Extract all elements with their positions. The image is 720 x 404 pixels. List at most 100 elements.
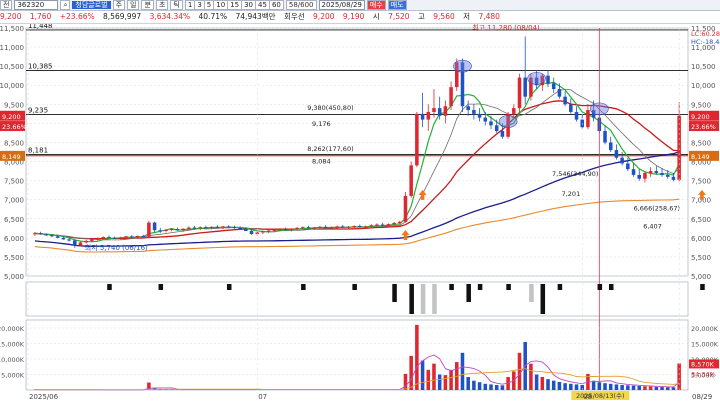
candle-body (318, 226, 322, 228)
candle-body (443, 106, 448, 116)
date-field[interactable]: 2025/08/29 (318, 0, 365, 10)
stock-chart[interactable]: 11,500 11,50011,000 11,00010,500 10,50010,0… (0, 24, 720, 404)
volume-bar (500, 385, 505, 390)
signal-bar (608, 284, 614, 290)
type-selector[interactable]: 전 (0, 0, 13, 10)
tool-second[interactable]: 초 (155, 0, 169, 10)
tool-week[interactable]: 주 (112, 0, 126, 10)
period-1[interactable]: 1 (184, 0, 196, 10)
candle-body (586, 110, 590, 128)
x-axis-label: 07 (258, 393, 267, 401)
open-price: 7,520 (388, 12, 410, 21)
candle-body (512, 108, 516, 114)
signal-bar (540, 284, 546, 314)
low-annotation: 최저 5,740 (06/16) (85, 243, 148, 252)
sell-button[interactable]: 매도 (387, 0, 407, 10)
period-3[interactable]: 3 (195, 0, 205, 10)
price-annotation: 9,176 (312, 120, 331, 128)
candle-body (198, 227, 202, 229)
candle-body (266, 230, 271, 232)
price-tick-label: 5,000 (4, 273, 24, 281)
candle-body (437, 108, 442, 116)
candle-body (352, 226, 356, 228)
tool-tick[interactable]: 틱 (170, 0, 183, 10)
volume-bar (546, 379, 550, 390)
volume-bar (643, 386, 647, 390)
period-45[interactable]: 45 (256, 0, 270, 10)
volume-bar (569, 383, 573, 390)
signal-bar (506, 284, 511, 290)
volume-bar (654, 386, 659, 390)
price-tick-label: 11,500 (0, 25, 24, 33)
candle-body (494, 125, 499, 132)
price-tick-label: 5,500 (4, 254, 24, 262)
volume-ratio: 3,634.34% (149, 12, 191, 21)
candle-body (551, 83, 556, 90)
candle-body (221, 226, 225, 228)
candle-body (90, 239, 94, 241)
tool-minute[interactable]: 분 (141, 0, 154, 10)
volume-bar (597, 382, 602, 390)
volume-bar (489, 384, 493, 390)
stock-code-input[interactable]: 362320 (14, 0, 59, 10)
price-tick-label: 10,500 (0, 63, 24, 71)
signal-bar (477, 284, 483, 290)
volume-bar (483, 383, 488, 390)
candle-body (95, 238, 100, 240)
candle-body (244, 228, 248, 231)
current-price: 9,200 (0, 12, 22, 21)
price-change-pct: +23.66% (59, 12, 95, 21)
candle-body (677, 115, 681, 180)
candle-body (158, 230, 163, 232)
price-annotation: 8,262(177,60) (307, 145, 353, 153)
volume-right-tag-text: 8,570K (691, 360, 715, 368)
period-5[interactable]: 5 (204, 0, 215, 10)
left-price-tag-text: 9,200 (2, 113, 21, 121)
candle-body (637, 174, 642, 179)
candle-body (409, 165, 413, 196)
candle-body (232, 227, 237, 229)
page-counter[interactable]: 58/600 (285, 0, 317, 10)
candle-body (141, 235, 145, 237)
candle-body (112, 237, 117, 239)
tool-day[interactable]: 일 (127, 0, 140, 10)
signal-bar (557, 284, 563, 290)
volume-tick-label-right: 20,000K (691, 325, 719, 333)
candle-body (654, 171, 659, 173)
price-annotation: 7,546(344,90) (552, 170, 598, 178)
candle-body (204, 227, 208, 229)
right-indicator-label: LC:60.28 (691, 30, 720, 38)
price-tick-label-right: 6,000 (691, 235, 711, 243)
period-15[interactable]: 15 (228, 0, 243, 10)
price-tick-label-right: 6,500 (691, 216, 711, 224)
signal-bar (449, 284, 454, 290)
signal-bar (226, 284, 232, 290)
candle-body (574, 111, 579, 120)
price-tick-label-right: 7,500 (691, 178, 711, 186)
holder-label: 회우선 (283, 12, 305, 21)
candle-body (84, 240, 88, 243)
candle-body (329, 227, 334, 229)
candle-body (569, 104, 573, 112)
candle-body (312, 227, 317, 229)
search-icon[interactable]: ⌕ (60, 0, 71, 10)
candle-body (124, 236, 128, 238)
candle-body (346, 226, 351, 228)
candle-body (523, 77, 527, 97)
volume-bar (637, 385, 642, 390)
period-10[interactable]: 10 (214, 0, 229, 10)
candle-body (78, 242, 83, 246)
signal-panel (25, 281, 689, 317)
candle-body (517, 77, 522, 109)
right-price-tag-text: 9,200 (691, 113, 710, 121)
candle-body (671, 176, 676, 180)
period-60[interactable]: 60 (269, 0, 284, 10)
volume-tick-label: 5,000K (1, 372, 25, 380)
buy-button[interactable]: 매수 (366, 0, 386, 10)
candle-body (631, 169, 636, 175)
volume-value: 8,569,997 (103, 12, 142, 21)
candle-body (335, 226, 339, 228)
period-30[interactable]: 30 (242, 0, 257, 10)
candle-body (209, 226, 214, 228)
reference-line-label: 10,385 (28, 63, 53, 71)
